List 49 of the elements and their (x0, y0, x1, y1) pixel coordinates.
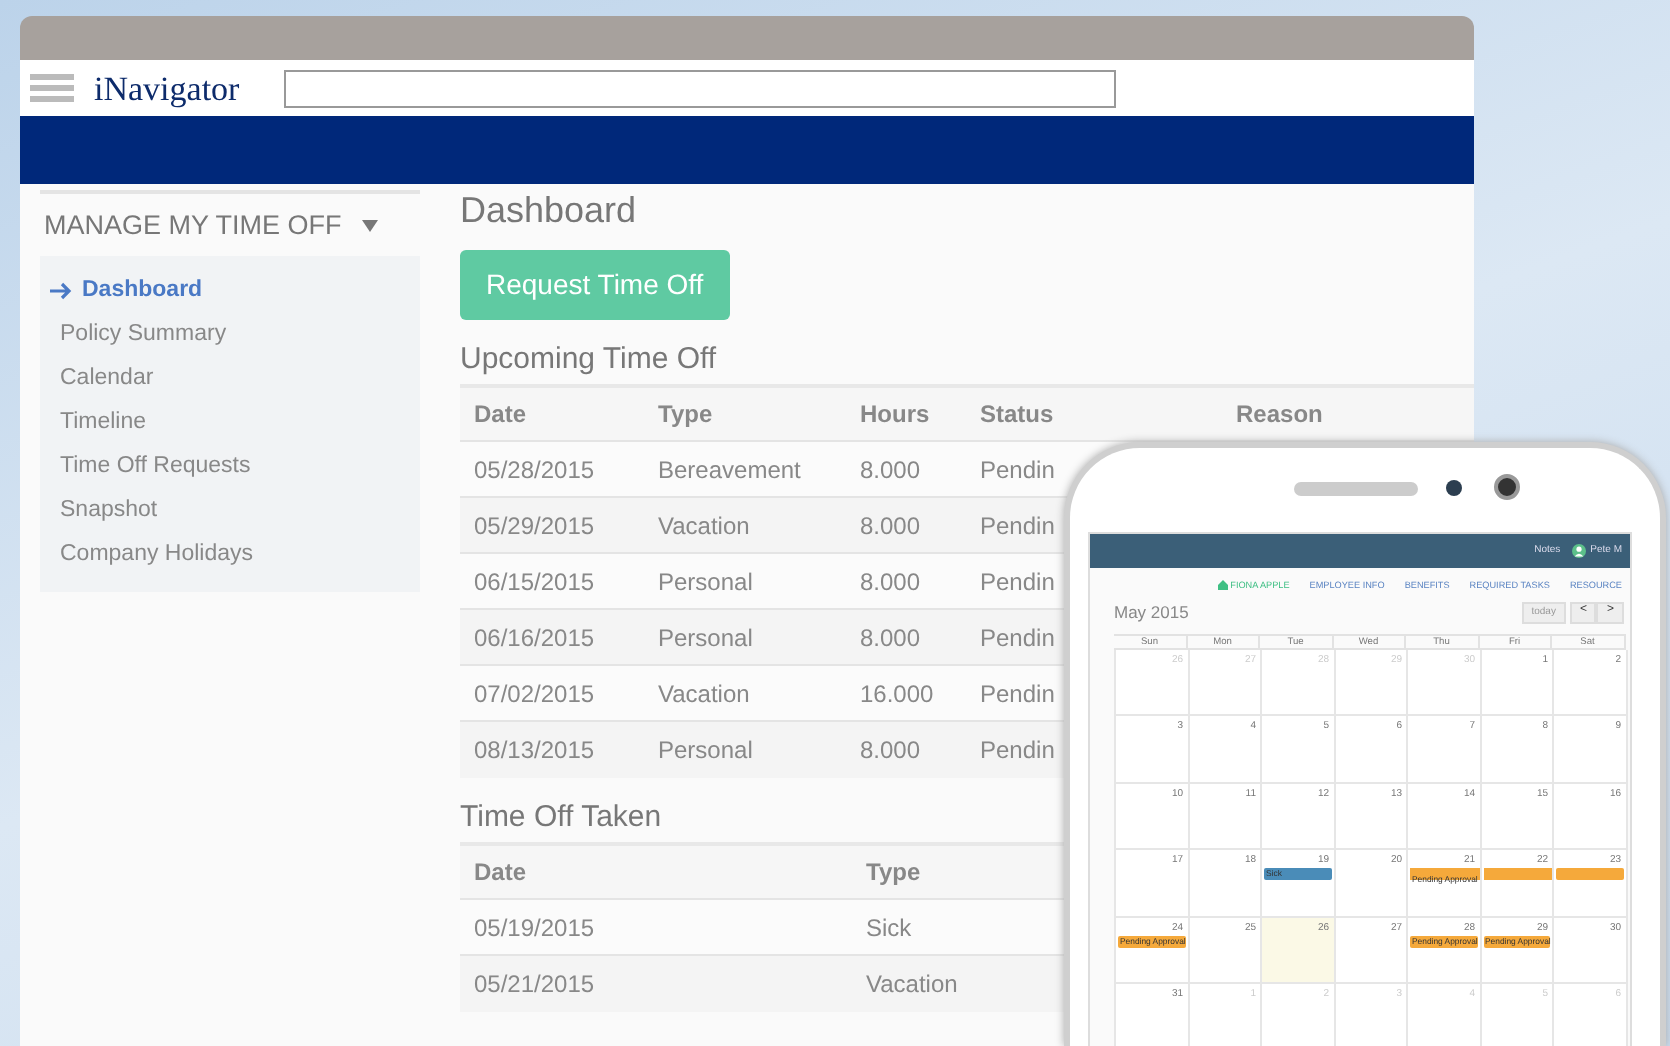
table-cell: 8.000 (846, 721, 966, 778)
column-header: Status (966, 385, 1222, 442)
column-header: Date (460, 843, 852, 900)
home-icon (1218, 580, 1229, 591)
address-field[interactable] (283, 69, 1116, 107)
table-cell: 8.000 (846, 553, 966, 610)
user-avatar-icon (1572, 544, 1587, 558)
sidebar-item[interactable]: Policy Summary (40, 312, 420, 357)
section-title: Upcoming Time Off (460, 341, 717, 378)
column-header: Hours (846, 385, 966, 442)
table-cell: 08/13/2015 (460, 721, 644, 778)
sensor-icon (1446, 480, 1462, 496)
table-cell: 07/02/2015 (460, 665, 644, 722)
table-cell: Vacation (644, 665, 846, 722)
column-header: Type (644, 385, 846, 442)
caret-icon[interactable] (361, 220, 378, 233)
table-cell: 8.000 (846, 441, 966, 498)
table-cell: 16.000 (846, 665, 966, 722)
table-cell: 05/28/2015 (460, 441, 644, 498)
table-cell: 06/16/2015 (460, 609, 644, 666)
table-cell: 8.000 (846, 609, 966, 666)
speaker-icon (1294, 482, 1418, 496)
sidebar-item[interactable]: Time Off Requests (40, 444, 420, 489)
table-cell: 05/29/2015 (460, 497, 644, 554)
app-logo: iNavigator (94, 71, 240, 105)
sidebar-item[interactable]: Company Holidays (40, 532, 420, 577)
sidebar-item[interactable]: Snapshot (40, 488, 420, 533)
arrow-icon (50, 281, 72, 300)
section-title: Time Off Taken (460, 799, 662, 836)
sidebar-title: MANAGE MY TIME OFF (44, 208, 342, 244)
sidebar-item[interactable]: Dashboard (40, 268, 420, 313)
table-cell: Personal (644, 553, 846, 610)
column-header: Reason (1222, 385, 1474, 442)
event-bar[interactable] (1483, 868, 1552, 881)
table-cell: 05/21/2015 (460, 955, 852, 1012)
page-title: Dashboard (460, 190, 639, 234)
sidebar-item[interactable]: Timeline (40, 400, 420, 445)
table-cell: Bereavement (644, 441, 846, 498)
table-cell: 06/15/2015 (460, 553, 644, 610)
event-bar[interactable] (1556, 868, 1623, 881)
sidebar-item[interactable]: Calendar (40, 356, 420, 401)
table-cell: 8.000 (846, 497, 966, 554)
table-cell: Personal (644, 609, 846, 666)
table-cell: 05/19/2015 (460, 899, 852, 956)
table-cell: Vacation (644, 497, 846, 554)
table-cell: Personal (644, 721, 846, 778)
column-header: Date (460, 385, 644, 442)
menu-icon[interactable] (30, 74, 74, 102)
camera-icon (1494, 474, 1520, 500)
